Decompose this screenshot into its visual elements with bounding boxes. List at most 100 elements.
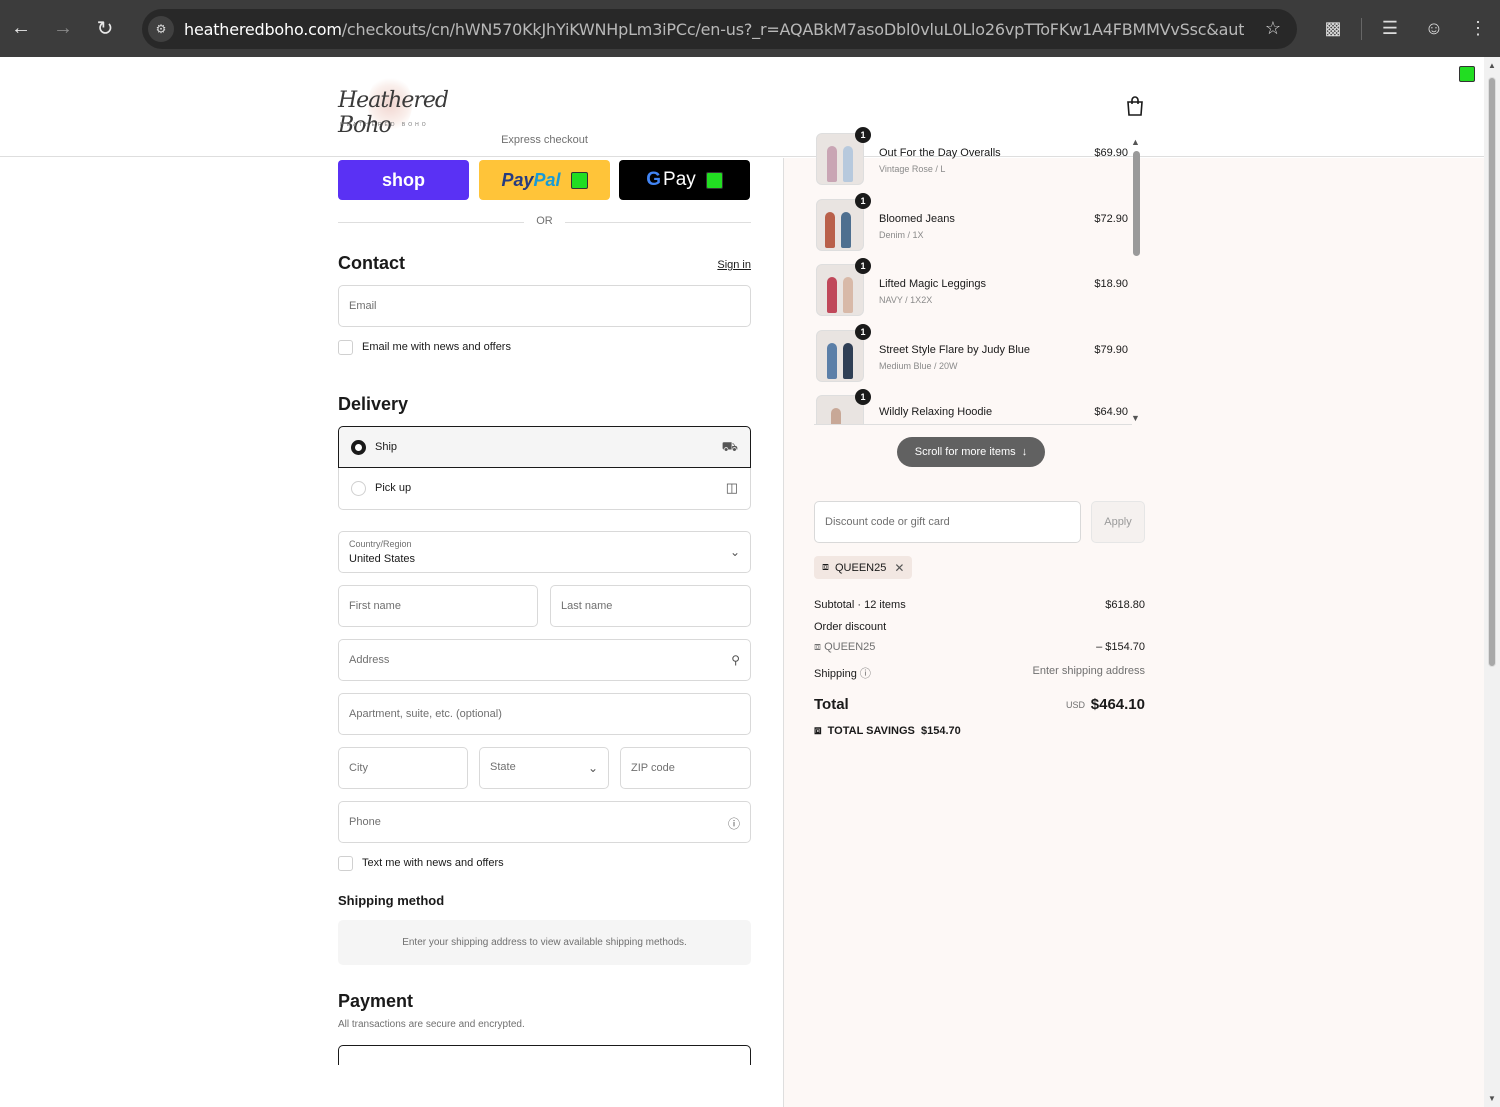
items-scroll-thumb[interactable]: [1133, 151, 1140, 256]
state-select[interactable]: State ⌄: [479, 747, 609, 789]
subtotal-row: Subtotal · 12 items $618.80: [814, 599, 1145, 611]
chevron-down-icon: ⌄: [587, 761, 598, 775]
scroll-down-icon[interactable]: ▼: [1131, 413, 1140, 423]
shipping-method-title: Shipping method: [338, 893, 445, 908]
google-pay-button[interactable]: G Pay: [619, 160, 750, 200]
zip-field[interactable]: ZIP code: [620, 747, 751, 789]
or-divider: OR: [338, 215, 751, 229]
help-circle-icon[interactable]: ⓘ: [728, 815, 740, 832]
truck-icon: ⛟: [721, 439, 738, 454]
media-control-icon[interactable]: ☰: [1368, 0, 1412, 57]
payment-subtitle: All transactions are secure and encrypte…: [338, 1019, 525, 1030]
scroll-more-items-button[interactable]: Scroll for more items ↓: [897, 437, 1045, 467]
or-label: OR: [536, 215, 553, 227]
search-icon: ⚲: [731, 653, 740, 667]
page-scroll-thumb[interactable]: [1488, 77, 1496, 667]
text-news-checkbox[interactable]: [338, 855, 353, 871]
paypal-button[interactable]: Pay Pal: [479, 160, 610, 200]
page-scrollbar[interactable]: ▲ ▼: [1484, 57, 1500, 1107]
menu-kebab-icon[interactable]: ⋮: [1456, 0, 1500, 57]
quantity-badge: 1: [855, 127, 871, 143]
list-item: 1 Bloomed Jeans Denim / 1X $72.90: [814, 193, 1132, 251]
item-variant: Vintage Rose / L: [879, 164, 946, 174]
shipping-method-message: Enter your shipping address to view avai…: [338, 920, 751, 965]
remove-discount-icon[interactable]: ✕: [894, 561, 904, 575]
apartment-field[interactable]: Apartment, suite, etc. (optional): [338, 693, 751, 735]
gpay-overlay-marker: [705, 171, 723, 189]
site-info-icon[interactable]: ⚙: [148, 16, 174, 42]
sign-in-link[interactable]: Sign in: [717, 259, 751, 271]
tag-icon: ⧈: [822, 561, 829, 573]
item-variant: NAVY / 1X2X: [879, 295, 933, 305]
bookmark-star-icon[interactable]: ☆: [1265, 18, 1281, 39]
toolbar-divider: [1361, 17, 1362, 40]
delivery-option-pickup[interactable]: Pick up ◫: [338, 468, 751, 510]
item-price: $18.90: [1094, 278, 1128, 290]
payment-title: Payment: [338, 991, 414, 1011]
tag-icon: ⧈: [814, 641, 821, 653]
list-item: 1 Lifted Magic Leggings NAVY / 1X2X $18.…: [814, 258, 1132, 316]
item-name: Street Style Flare by Judy Blue: [879, 344, 1031, 356]
apply-discount-button[interactable]: Apply: [1091, 501, 1145, 543]
shopping-bag-icon[interactable]: [1125, 95, 1145, 117]
chevron-down-icon: ⌄: [729, 545, 740, 559]
text-news-checkbox-row[interactable]: Text me with news and offers: [338, 855, 504, 871]
item-variant: Denim / 1X: [879, 230, 924, 240]
quantity-badge: 1: [855, 324, 871, 340]
email-news-checkbox-row[interactable]: Email me with news and offers: [338, 339, 511, 355]
discount-code-input[interactable]: Discount code or gift card: [814, 501, 1081, 543]
scroll-up-icon[interactable]: ▲: [1131, 137, 1140, 147]
store-icon: ◫: [725, 480, 738, 495]
back-icon[interactable]: ←: [0, 0, 42, 57]
country-select[interactable]: Country/Region United States ⌄: [338, 531, 751, 573]
email-field[interactable]: Email: [338, 285, 751, 327]
delivery-title: Delivery: [338, 394, 409, 414]
total-savings: ⧈ TOTAL SAVINGS $154.70: [814, 723, 961, 737]
item-price: $72.90: [1094, 213, 1128, 225]
ship-radio[interactable]: [351, 440, 366, 455]
discount-code-row: ⧈ QUEEN25 – $154.70: [814, 641, 1145, 653]
or-line-right: [565, 222, 751, 223]
items-scrollbar[interactable]: ▲ ▼: [1131, 137, 1141, 423]
checkout-form: Express checkout shop Pay Pal G Pay OR Con…: [338, 57, 751, 1107]
quantity-badge: 1: [855, 193, 871, 209]
address-field[interactable]: Address ⚲: [338, 639, 751, 681]
city-field[interactable]: City: [338, 747, 468, 789]
item-name: Lifted Magic Leggings: [879, 278, 987, 290]
order-discount-row: Order discount: [814, 621, 887, 633]
last-name-field[interactable]: Last name: [550, 585, 751, 627]
item-name: Bloomed Jeans: [879, 213, 955, 225]
phone-field[interactable]: Phone ⓘ: [338, 801, 751, 843]
shipping-row: Shipping ⓘ Enter shipping address: [814, 665, 1145, 680]
list-item: 1 Street Style Flare by Judy Blue Medium…: [814, 324, 1132, 382]
quantity-badge: 1: [855, 389, 871, 405]
delivery-option-ship[interactable]: Ship ⛟: [338, 426, 751, 468]
scroll-up-icon[interactable]: ▲: [1488, 61, 1496, 70]
order-items-list[interactable]: 1 Out For the Day Overalls Vintage Rose …: [814, 127, 1132, 425]
payment-method-box[interactable]: [338, 1045, 751, 1065]
address-bar[interactable]: ⚙ heatheredboho.com/checkouts/cn/hWN570K…: [142, 9, 1297, 49]
first-name-field[interactable]: First name: [338, 585, 538, 627]
scroll-down-icon[interactable]: ▼: [1488, 1094, 1496, 1103]
item-price: $69.90: [1094, 147, 1128, 159]
item-name: Out For the Day Overalls: [879, 147, 1001, 159]
paypal-overlay-marker: [570, 171, 588, 189]
email-news-checkbox[interactable]: [338, 339, 353, 355]
item-name: Wildly Relaxing Hoodie: [879, 406, 993, 418]
list-item: 1 Out For the Day Overalls Vintage Rose …: [814, 127, 1132, 185]
contact-title: Contact: [338, 253, 405, 273]
item-price: $64.90: [1094, 406, 1128, 418]
shop-pay-button[interactable]: shop: [338, 160, 469, 200]
forward-icon[interactable]: →: [42, 0, 84, 57]
help-circle-icon[interactable]: ⓘ: [860, 668, 871, 680]
browser-toolbar: ← → ↻ ⚙ heatheredboho.com/checkouts/cn/h…: [0, 0, 1500, 57]
extensions-icon[interactable]: ▩: [1311, 0, 1355, 57]
overlay-marker: [1459, 66, 1475, 82]
profile-icon[interactable]: ☺: [1412, 0, 1456, 57]
list-item: 1 Wildly Relaxing Hoodie $64.90: [814, 389, 1132, 424]
quantity-badge: 1: [855, 258, 871, 274]
item-variant: Medium Blue / 20W: [879, 361, 958, 371]
pickup-radio[interactable]: [351, 481, 366, 496]
arrow-down-icon: ↓: [1021, 446, 1028, 458]
reload-icon[interactable]: ↻: [84, 0, 126, 57]
